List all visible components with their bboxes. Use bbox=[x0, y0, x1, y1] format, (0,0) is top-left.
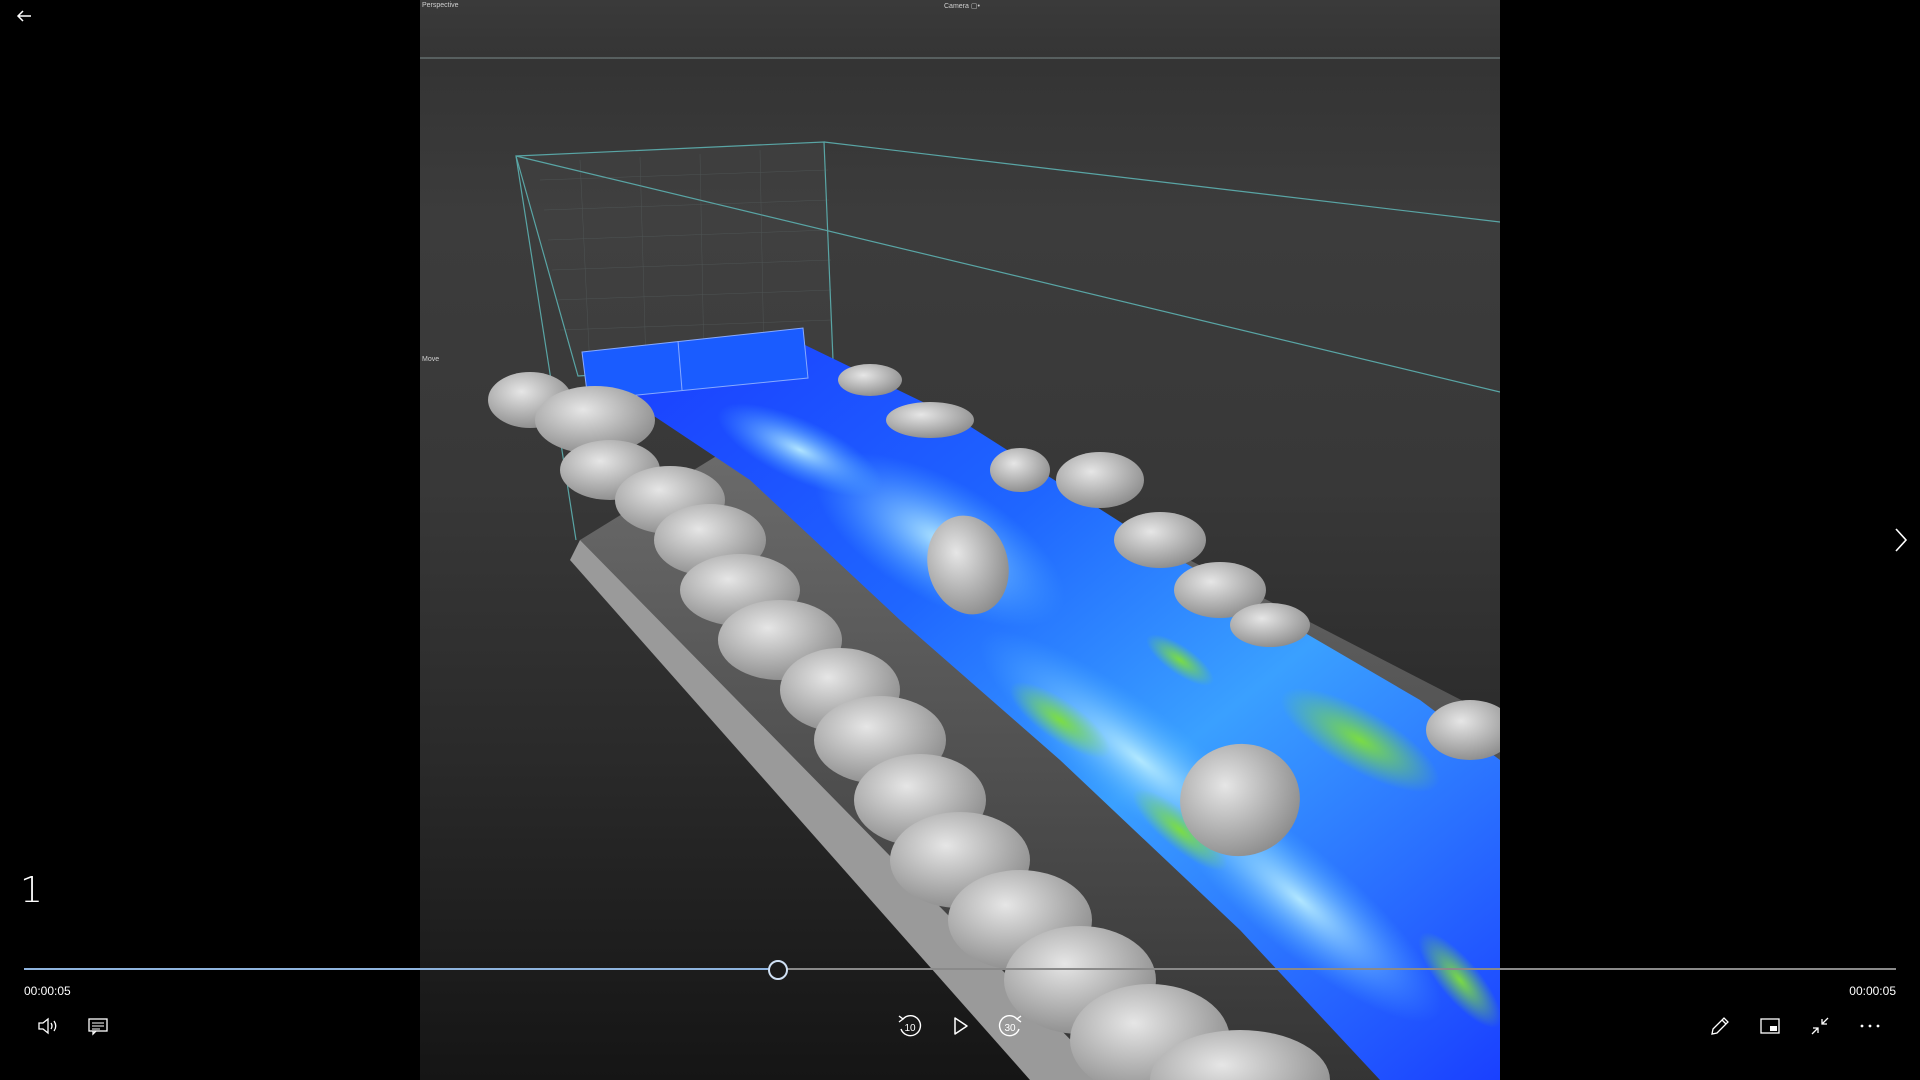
back-button[interactable] bbox=[12, 4, 36, 28]
edit-button[interactable] bbox=[1704, 1010, 1736, 1042]
video-player: Perspective Camera ▢• Move 1 00:00:05 00… bbox=[0, 0, 1920, 1080]
skip-back-seconds: 10 bbox=[904, 1023, 916, 1034]
captions-icon bbox=[88, 1018, 108, 1036]
exit-fullscreen-button[interactable] bbox=[1804, 1010, 1836, 1042]
seek-bar-progress bbox=[24, 968, 777, 970]
pencil-icon bbox=[1711, 1017, 1729, 1035]
skip-back-button[interactable]: 10 bbox=[894, 1010, 926, 1042]
viewport-perspective-label: Perspective bbox=[422, 2, 459, 9]
current-time: 00:00:05 bbox=[24, 984, 71, 998]
viewport-move-label: Move bbox=[422, 356, 440, 363]
volume-button[interactable] bbox=[32, 1010, 64, 1042]
video-title: 1 bbox=[20, 870, 43, 911]
mini-view-button[interactable] bbox=[1754, 1010, 1786, 1042]
simulation-render bbox=[420, 57, 1500, 1080]
mini-view-icon bbox=[1760, 1018, 1780, 1034]
play-icon bbox=[954, 1017, 968, 1035]
skip-forward-button[interactable]: 30 bbox=[994, 1010, 1026, 1042]
more-icon bbox=[1860, 1024, 1880, 1028]
next-item-button[interactable] bbox=[1888, 526, 1912, 554]
viewport-camera-label: Camera ▢• bbox=[944, 3, 980, 10]
skip-forward-seconds: 30 bbox=[1004, 1023, 1016, 1034]
volume-icon bbox=[38, 1017, 57, 1035]
chevron-right-icon bbox=[1895, 528, 1908, 552]
video-frame[interactable]: Perspective Camera ▢• Move bbox=[420, 0, 1500, 1080]
total-time: 00:00:05 bbox=[1849, 984, 1896, 998]
seek-thumb[interactable] bbox=[767, 960, 788, 980]
more-options-button[interactable] bbox=[1854, 1010, 1886, 1042]
back-arrow-icon bbox=[16, 10, 31, 22]
captions-button[interactable] bbox=[82, 1010, 114, 1042]
exit-fullscreen-icon bbox=[1811, 1017, 1829, 1035]
seek-bar[interactable] bbox=[24, 960, 1896, 980]
play-button[interactable] bbox=[944, 1010, 976, 1042]
